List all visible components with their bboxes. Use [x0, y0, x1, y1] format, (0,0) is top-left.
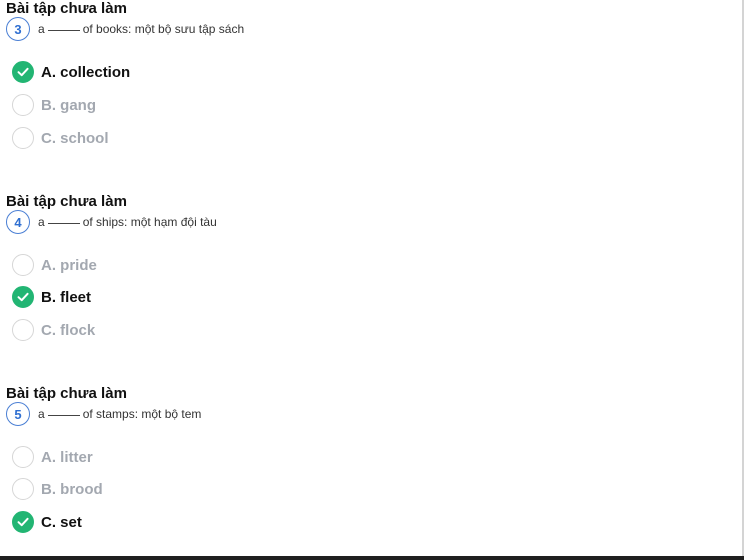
empty-radio-icon: [12, 446, 34, 468]
question-prefix: a: [38, 215, 45, 229]
option-b[interactable]: B. gang: [12, 93, 96, 117]
option-label: A. pride: [41, 256, 97, 274]
question-number-badge: 5: [6, 402, 30, 426]
empty-radio-icon: [12, 127, 34, 149]
option-b[interactable]: B. fleet: [12, 285, 91, 309]
empty-radio-icon: [12, 478, 34, 500]
check-icon: [12, 511, 34, 533]
option-label: B. brood: [41, 480, 103, 498]
empty-radio-icon: [12, 319, 34, 341]
question-suffix: of stamps: một bộ tem: [82, 407, 202, 421]
option-c[interactable]: C. school: [12, 126, 109, 150]
option-label: C. flock: [41, 321, 96, 339]
option-label: C. set: [41, 513, 82, 531]
answer-blank: [47, 222, 80, 224]
answer-blank: [47, 414, 80, 416]
question-row: 4 a of ships: một hạm đội tàu: [6, 209, 217, 235]
option-a[interactable]: A. litter: [12, 445, 93, 469]
question-row: 5 a of stamps: một bộ tem: [6, 401, 201, 427]
question-suffix: of ships: một hạm đội tàu: [82, 215, 217, 229]
question-number-badge: 3: [6, 17, 30, 41]
question-text: a of books: một bộ sưu tập sách: [38, 22, 244, 36]
empty-radio-icon: [12, 254, 34, 276]
empty-radio-icon: [12, 94, 34, 116]
option-label: C. school: [41, 129, 109, 147]
option-b[interactable]: B. brood: [12, 477, 103, 501]
option-c[interactable]: C. flock: [12, 318, 95, 342]
question-suffix: of books: một bộ sưu tập sách: [82, 22, 245, 36]
option-a[interactable]: A. collection: [12, 60, 130, 84]
question-text: a of stamps: một bộ tem: [38, 407, 201, 421]
page-bottom-border: [0, 556, 744, 560]
question-prefix: a: [38, 22, 45, 36]
option-label: A. litter: [41, 448, 93, 466]
answer-blank: [47, 29, 80, 31]
option-label: B. gang: [41, 96, 96, 114]
option-label: A. collection: [41, 63, 131, 81]
option-a[interactable]: A. pride: [12, 253, 97, 277]
option-c[interactable]: C. set: [12, 510, 82, 534]
option-label: B. fleet: [41, 288, 92, 306]
question-prefix: a: [38, 407, 45, 421]
question-number-badge: 4: [6, 210, 30, 234]
check-icon: [12, 286, 34, 308]
question-row: 3 a of books: một bộ sưu tập sách: [6, 16, 244, 42]
question-text: a of ships: một hạm đội tàu: [38, 215, 217, 229]
check-icon: [12, 61, 34, 83]
